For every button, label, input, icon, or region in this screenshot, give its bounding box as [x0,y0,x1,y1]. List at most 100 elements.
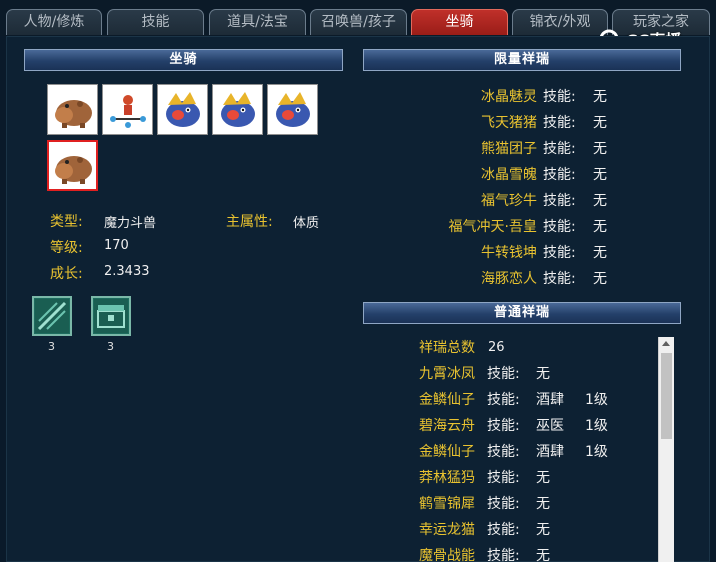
mount-slot-3[interactable] [157,84,208,135]
item-name: 牛转钱坤 [481,245,537,261]
mount-slot-5[interactable] [267,84,318,135]
scroll-up-arrow-icon[interactable] [662,341,670,346]
skill-label: 技能: [487,522,520,538]
skill-value: 无 [593,115,607,131]
dragon-beast-mount-icon [165,91,200,127]
skill-slot-1[interactable] [32,296,72,336]
tab-pets[interactable]: 召唤兽/孩子 [310,9,407,35]
tab-skills[interactable]: 技能 [107,9,204,35]
skill-value: 无 [593,219,607,235]
treasure-chest-skill-icon [94,299,128,333]
dragon-beast-mount-icon [275,91,310,127]
type-value: 魔力斗兽 [104,216,157,231]
normal-list-scrollbar[interactable] [658,337,674,562]
skill-level: 1级 [585,392,608,408]
main-attr-label: 主属性: [226,214,273,230]
skill-label: 技能: [543,89,576,105]
skill-label: 技能: [543,271,576,287]
skill-label: 技能: [487,470,520,486]
scroll-thumb[interactable] [661,353,672,439]
item-name: 幸运龙猫 [419,522,475,538]
item-name: 福气珍牛 [481,193,537,209]
mount-grid [47,84,323,196]
total-label: 祥瑞总数 [419,340,475,356]
list-item: 飞天猪猪 技能: 无 [363,110,681,136]
sword-slash-skill-icon [35,299,69,333]
list-item: 福气冲天·吾皇 技能: 无 [363,214,681,240]
list-item: 冰晶雪魄 技能: 无 [363,162,681,188]
tab-mount[interactable]: 坐骑 [411,9,508,35]
skill-level: 1级 [585,418,608,434]
normal-panel-title: 普通祥瑞 [363,302,681,324]
mount-panel-title: 坐骑 [24,49,343,71]
skill-label: 技能: [487,366,520,382]
skill-label: 技能: [543,245,576,261]
total-row: 祥瑞总数 26 [363,335,663,361]
item-name: 九霄冰凤 [419,366,475,382]
total-value: 26 [488,340,505,355]
skill-value: 无 [536,470,550,486]
skill-level: 1级 [585,444,608,460]
type-label: 类型: [50,214,83,230]
list-item: 魔骨战能 技能: 无 [363,543,663,562]
item-name: 冰晶雪魄 [481,167,537,183]
growth-label: 成长: [50,266,83,282]
mount-slot-6-selected[interactable] [47,140,98,191]
skill-value: 巫医 [536,418,564,434]
list-item: 幸运龙猫 技能: 无 [363,517,663,543]
skill-label: 技能: [487,392,520,408]
item-name: 熊猫团子 [481,141,537,157]
mount-slot-2[interactable] [102,84,153,135]
skill-label: 技能: [543,193,576,209]
item-name: 魔骨战能 [419,548,475,562]
skill-label: 技能: [487,418,520,434]
mount-slot-1[interactable] [47,84,98,135]
skill-value: 无 [593,245,607,261]
list-item: 熊猫团子 技能: 无 [363,136,681,162]
skill-label: 技能: [487,548,520,562]
skill-slot-2[interactable] [91,296,131,336]
tab-items[interactable]: 道具/法宝 [209,9,306,35]
spinning-doll-mount-icon [109,94,146,128]
skill-label: 技能: [487,444,520,460]
tab-appearance[interactable]: 锦衣/外观 [512,9,608,35]
skill-value: 酒肆 [536,392,564,408]
skill-value: 无 [593,89,607,105]
skill-value: 无 [593,167,607,183]
level-value: 170 [104,238,129,253]
item-name: 金鳞仙子 [419,392,475,408]
item-name: 碧海云舟 [419,418,475,434]
item-name: 飞天猪猪 [481,115,537,131]
mount-slot-4[interactable] [212,84,263,135]
list-item: 冰晶魅灵 技能: 无 [363,84,681,110]
list-item: 金鳞仙子 技能: 酒肆 1级 [363,439,663,465]
item-name: 鹤雪锦犀 [419,496,475,512]
level-label: 等级: [50,240,83,256]
list-item: 鹤雪锦犀 技能: 无 [363,491,663,517]
item-name: 冰晶魅灵 [481,89,537,105]
main-attr-value: 体质 [293,216,320,231]
list-item: 牛转钱坤 技能: 无 [363,240,681,266]
skill-value: 无 [593,271,607,287]
skill-label: 技能: [543,141,576,157]
list-item: 福气珍牛 技能: 无 [363,188,681,214]
skill-value: 酒肆 [536,444,564,460]
item-name: 海豚恋人 [481,271,537,287]
normal-list[interactable]: 祥瑞总数 26 九霄冰凤 技能: 无 金鳞仙子 技能: 酒肆 1级 碧海云舟 技… [363,335,679,562]
dragon-beast-mount-icon [220,91,255,127]
skill-value: 无 [536,496,550,512]
skill-label: 技能: [543,219,576,235]
skill-label: 技能: [543,167,576,183]
list-item: 九霄冰凤 技能: 无 [363,361,663,387]
item-name: 福气冲天·吾皇 [448,219,537,235]
growth-value: 2.3433 [104,264,150,279]
main-panel: 坐骑 类型: 魔力斗兽 主属性: 体质 等级: 170 成长: 2.3433 3… [6,36,710,562]
skill-value: 无 [593,193,607,209]
skill-label: 技能: [487,496,520,512]
hippo-mount-icon [54,155,92,184]
hippo-mount-icon [54,99,92,128]
skill-value: 无 [593,141,607,157]
skill-count-1: 3 [48,340,55,353]
list-item: 莽林猛犸 技能: 无 [363,465,663,491]
tab-character[interactable]: 人物/修炼 [6,9,102,35]
